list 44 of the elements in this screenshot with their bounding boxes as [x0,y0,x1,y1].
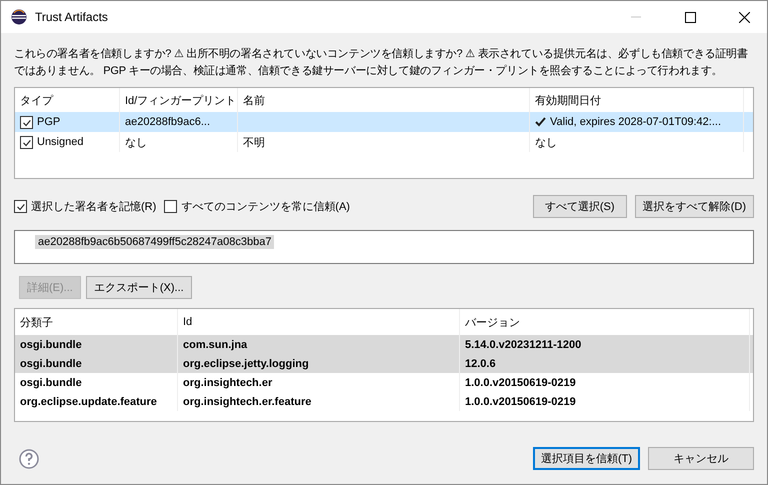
app-logo-icon [11,9,27,25]
table-cell-text: なし [535,136,557,150]
deselect-all-button[interactable]: 選択をすべて解除(D) [634,195,754,218]
table-cell: Valid, expires 2028-07-01T09:42:... [550,116,722,128]
table-cell: osgi.bundle [20,358,82,370]
table-cell: org.eclipse.update.feature [20,396,157,408]
artifact-row[interactable]: osgi.bundle org.insightech.er 1.0.0.v20150619-0219 [15,373,753,392]
fingerprint-field[interactable]: ae20288fb9ac6b50687499ff5c28247a08c3bba7 [14,230,754,264]
table-cell: 12.0.6 [465,358,496,370]
table-cell: org.eclipse.jetty.logging [183,358,309,370]
table-cell: ae20288fb9ac6... [125,116,210,128]
checkbox-label[interactable]: すべてのコンテンツを常に信頼(A) [181,199,350,214]
checkbox-label[interactable]: 選択した署名者を記憶(R) [31,199,156,214]
checkbox[interactable] [20,116,33,128]
artifact-row[interactable]: osgi.bundle org.eclipse.jetty.logging 12.0.6 [15,354,753,373]
dialog-button[interactable]: キャンセル [648,447,754,470]
table-cell: org.insightech.er.feature [183,396,312,408]
signer-row[interactable]: Unsigned なし 不明 なし [15,132,753,152]
table-cell: 1.0.0.v20150619-0219 [465,396,576,408]
table-cell: 1.0.0.v20150619-0219 [465,376,576,388]
table-cell: org.insightech.er [183,376,272,388]
maximize-icon[interactable] [684,12,696,22]
checkbox[interactable] [164,200,178,213]
description-text: これらの署名者を信頼しますか? ⚠ 出所不明の署名されていないコンテンツを信頼しますか? ⚠ 表示されている提供元名は、必ずしも信頼できる証明書ではありません。 PGP キーの場合、検証は通常、信頼できる鍵サーバーに対して鍵のフィンガー・プリントを照会することによって行われます。 [14,46,749,79]
dialog-button[interactable]: 選択項目を信頼(T) [532,447,640,470]
checkbox[interactable] [14,200,27,213]
window-title: Trust Artifacts [35,10,109,24]
table-cell: osgi.bundle [20,376,82,388]
table-cell-text: なし [125,136,147,150]
artifact-row[interactable]: org.eclipse.update.feature org.insightech.er.feature 1.0.0.v20150619-0219 [15,392,753,411]
close-icon[interactable] [738,12,750,22]
artifact-row[interactable]: osgi.bundle com.sun.jna 5.14.0.v20231211-1200 [15,335,753,354]
fingerprint-text: ae20288fb9ac6b50687499ff5c28247a08c3bba7 [35,235,274,249]
table-cell-text: 不明 [243,136,265,150]
checkbox[interactable] [20,136,33,148]
table-cell: com.sun.jna [183,338,248,350]
table-cell: osgi.bundle [20,338,82,350]
help-icon[interactable] [19,448,39,468]
table-cell: Unsigned [37,136,84,148]
select-all-button[interactable]: すべて選択(S) [532,195,627,218]
table-cell: PGP [37,116,60,128]
action-button[interactable]: エクスポート(X)... [86,276,192,299]
signer-row[interactable]: PGP ae20288fb9ac6... Valid, expires 2028-07-01T09:42:... [15,112,753,132]
table-cell: 5.14.0.v20231211-1200 [465,338,582,350]
